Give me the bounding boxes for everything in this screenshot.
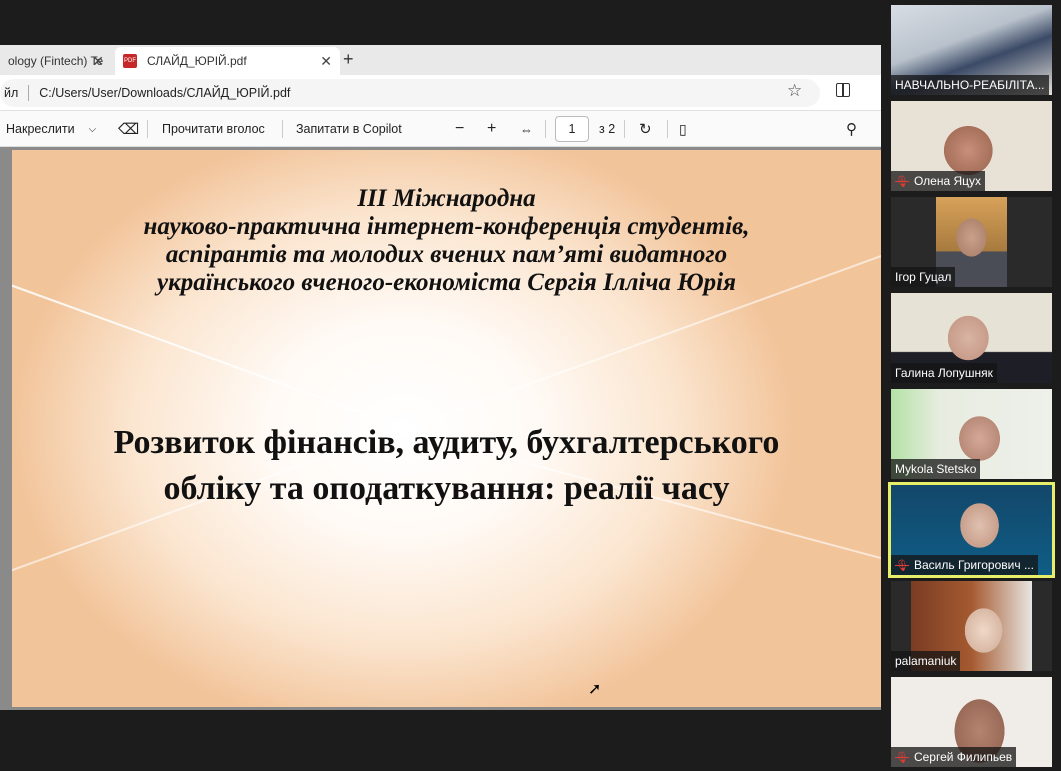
ask-copilot-button[interactable]: Запитати в Copilot	[296, 111, 402, 147]
participant-tile[interactable]: 🎙 Сергей Филипьев	[891, 677, 1052, 767]
close-icon[interactable]: ✕	[320, 53, 332, 70]
muted-mic-icon: 🎙	[895, 751, 909, 764]
slide-title: Розвиток фінансів, аудиту, бухгалтерсько…	[12, 420, 881, 512]
split-screen-icon[interactable]	[836, 83, 850, 97]
divider	[28, 85, 30, 101]
participant-name: Mykola Stetsko	[891, 459, 981, 479]
divider	[667, 120, 668, 138]
subtitle-line: науково-практична інтернет-конференція с…	[143, 213, 750, 240]
conference-subtitle: ІІІ Міжнародна науково-практична інтерне…	[12, 185, 881, 297]
search-icon[interactable]: ⚲	[846, 111, 857, 147]
file-label: йл	[4, 86, 19, 100]
address-bar[interactable]: йл C:/Users/User/Downloads/СЛАЙД_ЮРІЙ.pdf	[0, 79, 820, 107]
participant-tile-active-speaker[interactable]: 🎙 Василь Григорович ...	[888, 482, 1055, 578]
zoom-in-button[interactable]: +	[487, 111, 496, 147]
participant-name: Ігор Гуцал	[891, 267, 956, 287]
participant-tile[interactable]: palamaniuk	[891, 581, 1052, 671]
subtitle-line: аспірантів та молодих вчених пам’яті вид…	[165, 241, 728, 268]
participant-tile[interactable]: НАВЧАЛЬНО-РЕАБІЛІТА...	[891, 5, 1052, 95]
pdf-toolbar: Накреслити ⌵ ⌫ Прочитати вголос Запитати …	[0, 111, 881, 147]
participant-name: 🎙 Олена Яцух	[891, 171, 986, 191]
participant-name: Галина Лопушняк	[891, 363, 997, 383]
muted-mic-icon: 🎙	[895, 175, 909, 188]
participant-name: НАВЧАЛЬНО-РЕАБІЛІТА...	[891, 75, 1049, 95]
tab-label: ology (Fintech) Te	[8, 54, 104, 68]
new-tab-button[interactable]: +	[343, 49, 354, 70]
page-total: з 2	[599, 122, 616, 136]
participant-tile[interactable]: 🎙 Олена Яцух	[891, 101, 1052, 191]
pdf-icon: PDF	[123, 54, 137, 68]
chevron-down-icon[interactable]: ⌵	[89, 124, 97, 135]
zoom-out-button[interactable]: −	[455, 111, 464, 147]
divider	[147, 120, 148, 138]
divider	[282, 120, 283, 138]
eraser-icon[interactable]: ⌫	[118, 111, 139, 147]
pdf-viewer[interactable]: ІІІ Міжнародна науково-практична інтерне…	[0, 147, 881, 710]
title-line: Розвиток фінансів, аудиту, бухгалтерсько…	[113, 424, 780, 461]
participant-name: 🎙 Василь Григорович ...	[891, 555, 1038, 575]
read-aloud-button[interactable]: Прочитати вголос	[162, 111, 265, 147]
tab-label: СЛАЙД_ЮРІЙ.pdf	[147, 54, 247, 68]
address-row: йл C:/Users/User/Downloads/СЛАЙД_ЮРІЙ.pdf…	[0, 75, 881, 111]
draw-label: Накреслити	[6, 122, 75, 136]
participant-tile[interactable]: Ігор Гуцал	[891, 197, 1052, 287]
favorite-star-icon[interactable]: ☆	[787, 81, 802, 101]
rotate-icon[interactable]: ↻	[639, 111, 652, 147]
subtitle-line: ІІІ Міжнародна	[357, 185, 536, 212]
title-line: обліку та оподаткування: реалії часу	[163, 470, 730, 507]
page-number-input[interactable]: 1	[555, 116, 589, 142]
divider	[545, 120, 546, 138]
muted-mic-icon: 🎙	[895, 559, 909, 572]
close-icon[interactable]: ✕	[92, 53, 104, 70]
fit-width-icon[interactable]: ⇔	[520, 111, 533, 147]
tab-bar: ology (Fintech) Te ✕ PDF СЛАЙД_ЮРІЙ.pdf ✕ +	[0, 45, 881, 75]
browser-window: ology (Fintech) Te ✕ PDF СЛАЙД_ЮРІЙ.pdf ✕ +…	[0, 45, 881, 710]
participant-tile[interactable]: Mykola Stetsko	[891, 389, 1052, 479]
page-view-icon[interactable]: ▯	[679, 111, 687, 147]
participant-name: palamaniuk	[891, 651, 961, 671]
subtitle-line: українського вченого-економіста Сергія І…	[157, 269, 736, 296]
tab-slide-pdf[interactable]: PDF СЛАЙД_ЮРІЙ.pdf ✕	[115, 47, 340, 75]
slide-page: ІІІ Міжнародна науково-практична інтерне…	[12, 150, 881, 707]
participant-name: 🎙 Сергей Филипьев	[891, 747, 1017, 767]
divider	[624, 120, 625, 138]
tab-fintech[interactable]: ology (Fintech) Te ✕	[0, 47, 112, 75]
participant-tile[interactable]: Галина Лопушняк	[891, 293, 1052, 383]
mouse-cursor-icon: ➚	[588, 681, 602, 698]
url-text: C:/Users/User/Downloads/СЛАЙД_ЮРІЙ.pdf	[39, 86, 291, 100]
draw-button[interactable]: Накреслити ⌵	[6, 111, 96, 147]
